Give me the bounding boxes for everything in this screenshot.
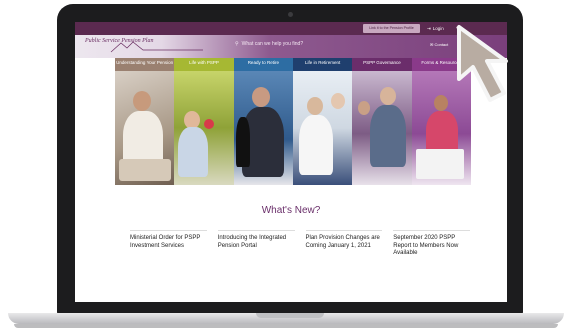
- webcam: [288, 12, 293, 17]
- hero-photo-retirees[interactable]: [292, 71, 353, 185]
- login-link[interactable]: ⇥ Login: [427, 24, 444, 33]
- contact-link[interactable]: ✉ Contact: [430, 42, 448, 47]
- hero-photo-child-flowers[interactable]: [174, 71, 234, 185]
- whats-new-heading: What's New?: [261, 205, 321, 216]
- nav-life-with-pspp[interactable]: Life with PSPP: [174, 58, 234, 71]
- laptop-shadow: [14, 324, 558, 328]
- nav-pspp-governance[interactable]: PSPP Governance: [352, 58, 412, 71]
- main-navigation: Understanding Your Pension Life with PSP…: [115, 58, 471, 71]
- left-gutter: [75, 58, 115, 185]
- login-icon: ⇥: [427, 26, 431, 31]
- news-list: Ministerial Order for PSPP Investment Se…: [130, 230, 470, 258]
- hero-photo-man-reading[interactable]: [115, 71, 175, 185]
- top-utility-bar: Link it to the Pension Profile ⇥Login ●: [75, 22, 507, 35]
- news-item[interactable]: Plan Provision Changes are Coming Januar…: [305, 230, 383, 258]
- login-label: Login: [432, 26, 444, 31]
- nav-ready-to-retire[interactable]: Ready to Retire: [233, 58, 293, 71]
- website-screen: Link it to the Pension Profile ⇥Login ● …: [75, 22, 507, 302]
- search-icon: ⚲: [235, 41, 239, 47]
- pension-profile-button[interactable]: Link it to the Pension Profile: [363, 24, 420, 33]
- search-input[interactable]: ⚲ What can we help you find?: [235, 41, 303, 47]
- news-item[interactable]: Ministerial Order for PSPP Investment Se…: [130, 230, 207, 258]
- hero-photo-strip: [115, 71, 471, 185]
- cursor-arrow-icon: [457, 25, 508, 102]
- nav-life-in-retirement[interactable]: Life in Retirement: [292, 58, 353, 71]
- hero-photo-handshake[interactable]: [233, 71, 293, 185]
- mail-icon: ✉: [430, 42, 434, 47]
- site-header: Public Service Pension Plan ⚲ What can we…: [75, 35, 507, 58]
- news-item[interactable]: Introducing the Integrated Pension Porta…: [217, 230, 295, 258]
- news-item[interactable]: September 2020 PSPP Report to Members No…: [393, 230, 470, 258]
- search-placeholder: What can we help you find?: [241, 41, 304, 47]
- hero-photo-meeting[interactable]: [352, 71, 412, 185]
- nav-understanding-your-pension[interactable]: Understanding Your Pension: [115, 58, 175, 71]
- logo-text: Public Service Pension Plan: [85, 38, 154, 44]
- contact-label: Contact: [434, 42, 449, 47]
- laptop-notch: [256, 313, 324, 318]
